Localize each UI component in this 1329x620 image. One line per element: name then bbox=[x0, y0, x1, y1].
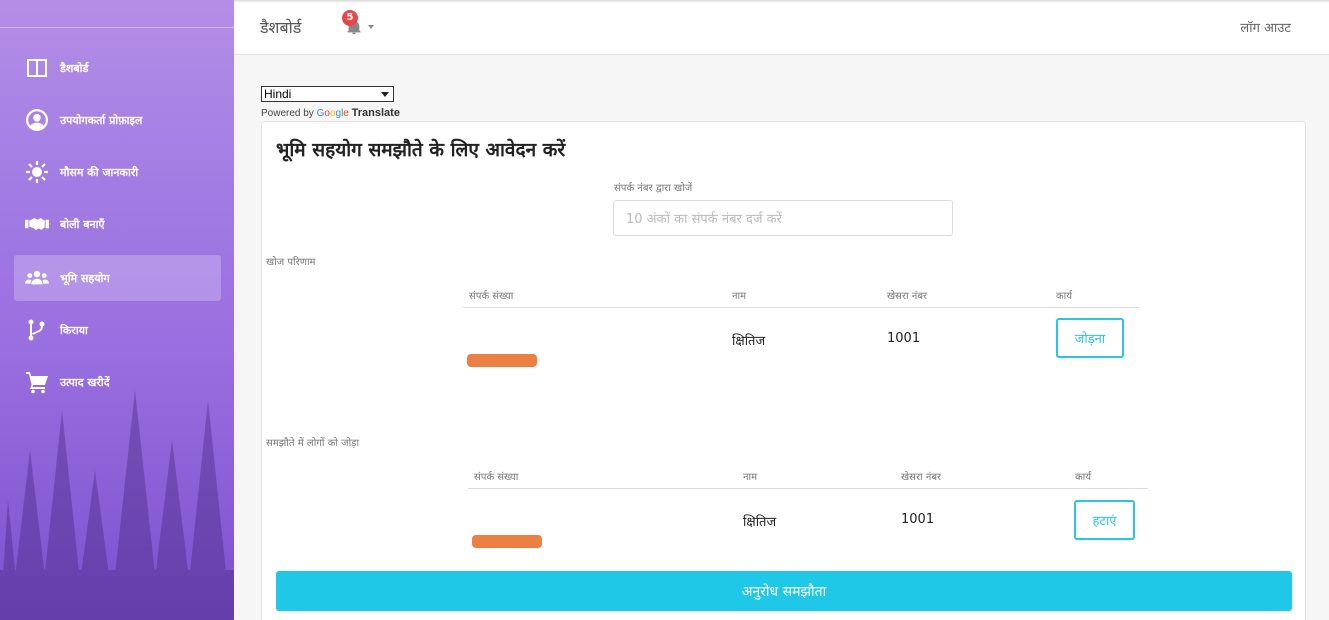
redaction-mark bbox=[467, 354, 537, 367]
khesra-number: 1001 bbox=[887, 331, 921, 346]
google-logo: Google bbox=[316, 108, 349, 119]
table-row: 88 क्षितिज 1001 bbox=[463, 308, 1139, 369]
search-results-label: खोज परिणाम bbox=[266, 257, 316, 268]
column-header-khesra: खेसरा नंबर bbox=[887, 291, 928, 302]
sidebar-item-rent[interactable]: किराया bbox=[14, 307, 221, 353]
powered-by-text: Powered by bbox=[261, 108, 314, 119]
add-person-button[interactable]: जोड़ना bbox=[1056, 318, 1124, 358]
grid-icon bbox=[24, 55, 50, 81]
user-circle-icon bbox=[24, 107, 50, 133]
table-row: 88 क्षितिज 1001 bbox=[468, 489, 1148, 550]
sidebar-item-label: उत्पाद खरीदें bbox=[60, 375, 110, 389]
sidebar-item-user-profile[interactable]: उपयोगकर्ता प्रोफ़ाइल bbox=[14, 97, 221, 143]
sidebar-item-label: बोली बनाएँ bbox=[60, 217, 105, 231]
agreement-card: भूमि सहयोग समझौते के लिए आवेदन करें संपर… bbox=[261, 121, 1306, 620]
sidebar-item-weather[interactable]: मौसम की जानकारी bbox=[14, 149, 221, 195]
chevron-down-icon bbox=[368, 25, 374, 29]
handshake-icon bbox=[24, 211, 50, 237]
sidebar-item-label: किराया bbox=[60, 323, 88, 337]
person-name: क्षितिज bbox=[732, 334, 766, 349]
contact-search-input[interactable]: 10 अंकों का संपर्क नंबर दर्ज करें bbox=[613, 200, 953, 236]
khesra-number: 1001 bbox=[901, 512, 935, 527]
sidebar-item-label: डैशबोर्ड bbox=[60, 61, 89, 75]
column-header-action: कार्य bbox=[1075, 472, 1092, 483]
sidebar-divider bbox=[0, 27, 234, 28]
column-header-name: नाम bbox=[743, 472, 758, 483]
sidebar-item-label: मौसम की जानकारी bbox=[60, 165, 139, 179]
sidebar-item-create-bid[interactable]: बोली बनाएँ bbox=[14, 201, 221, 247]
cart-icon bbox=[24, 369, 50, 395]
page-title: भूमि सहयोग समझौते के लिए आवेदन करें bbox=[276, 139, 566, 161]
column-header-khesra: खेसरा नंबर bbox=[901, 472, 942, 483]
sidebar-item-dashboard[interactable]: डैशबोर्ड bbox=[14, 45, 221, 91]
sidebar: डैशबोर्ड उपयोगकर्ता प्रोफ़ाइल मौसम की जा… bbox=[0, 0, 234, 620]
sidebar-item-label: उपयोगकर्ता प्रोफ़ाइल bbox=[60, 113, 143, 127]
redaction-mark bbox=[472, 535, 542, 548]
sidebar-item-label: भूमि सहयोग bbox=[60, 271, 110, 285]
chevron-down-icon bbox=[381, 91, 389, 97]
column-header-contact: संपर्क संख्या bbox=[469, 291, 514, 302]
logout-link[interactable]: लॉग आउट bbox=[1240, 18, 1291, 36]
sun-icon bbox=[24, 159, 50, 185]
sidebar-item-land-cooperation[interactable]: भूमि सहयोग bbox=[14, 255, 221, 301]
users-icon bbox=[24, 265, 50, 291]
google-translate-attribution: Powered by Google Translate bbox=[261, 107, 400, 119]
search-label: संपर्क नंबर द्वारा खोजें bbox=[614, 183, 693, 194]
language-select-value: Hindi bbox=[264, 87, 292, 101]
person-name: क्षितिज bbox=[743, 515, 777, 530]
translate-link[interactable]: Translate bbox=[352, 107, 400, 119]
navbar-brand[interactable]: डैशबोर्ड bbox=[260, 16, 301, 38]
branch-icon bbox=[24, 317, 50, 343]
request-agreement-button[interactable]: अनुरोध समझौता bbox=[276, 571, 1292, 611]
search-placeholder: 10 अंकों का संपर्क नंबर दर्ज करें bbox=[626, 212, 782, 227]
remove-person-button[interactable]: हटाएं bbox=[1074, 500, 1135, 540]
table-header: संपर्क संख्या नाम खेसरा नंबर कार्य bbox=[463, 282, 1139, 308]
added-people-label: समझौते में लोगों को जोड़ा bbox=[266, 438, 360, 449]
notification-badge: 5 bbox=[342, 10, 358, 26]
table-header: संपर्क संख्या नाम खेसरा नंबर कार्य bbox=[468, 463, 1148, 489]
top-navbar: डैशबोर्ड 5 लॉग आउट bbox=[234, 0, 1329, 55]
column-header-action: कार्य bbox=[1056, 291, 1073, 302]
column-header-contact: संपर्क संख्या bbox=[474, 472, 519, 483]
column-header-name: नाम bbox=[732, 291, 747, 302]
language-select[interactable]: Hindi bbox=[261, 86, 394, 102]
sidebar-item-buy-products[interactable]: उत्पाद खरीदें bbox=[14, 359, 221, 405]
